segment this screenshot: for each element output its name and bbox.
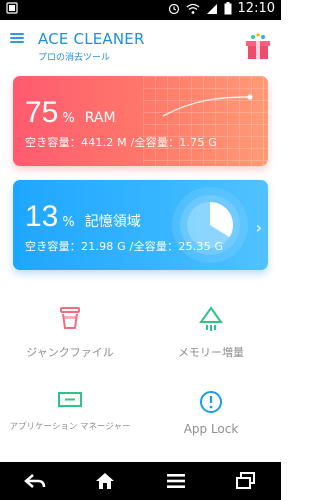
storage-card[interactable]: 13 % 記憶領域 空き容量：21.98 G /全容量：25.35 G › (13, 180, 268, 270)
tool-label: App Lock (183, 422, 239, 436)
status-time: 12:10 (237, 1, 275, 16)
menu-icon (166, 474, 185, 488)
ram-capacity-text: 空き容量：441.2 M /全容量：1.75 G (25, 136, 217, 149)
ram-percent-unit: % (62, 111, 75, 126)
wifi-icon (186, 3, 199, 14)
tool-label: メモリー増量 (178, 346, 244, 359)
tool-label: ジャンクファイル (26, 346, 114, 359)
storage-label: 記憶領域 (84, 214, 141, 230)
navigation-bar (0, 462, 281, 500)
tool-app-manager[interactable]: アプリケーション マネージャー (0, 390, 140, 460)
app-bar: ACE CLEANER プロの消去ツール (0, 20, 281, 70)
tool-label: アプリケーション マネージャー (9, 422, 131, 432)
alarm-icon (168, 3, 179, 14)
gift-box-icon[interactable] (245, 32, 271, 60)
app-subtitle: プロの消去ツール (38, 53, 111, 63)
battery-icon (224, 2, 232, 15)
status-bar: 12:10 (0, 0, 281, 20)
storage-percent-unit: % (62, 215, 75, 230)
ram-percent-row: 75 % RAM (25, 96, 116, 130)
signal-icon (206, 3, 217, 14)
tool-app-lock[interactable]: App Lock (141, 390, 281, 460)
back-icon (24, 474, 46, 488)
ram-percent-value: 75 (25, 96, 59, 129)
recents-button[interactable] (226, 466, 266, 496)
tool-memory-boost[interactable]: メモリー増量 (141, 306, 281, 376)
menu-button[interactable] (156, 466, 196, 496)
ram-card[interactable]: 75 % RAM 空き容量：441.2 M /全容量：1.75 G (13, 76, 268, 166)
trash-icon (60, 307, 80, 329)
home-icon (96, 473, 115, 489)
tool-junk-files[interactable]: ジャンクファイル (0, 306, 140, 376)
app-manager-icon (58, 392, 82, 407)
info-circle-icon (200, 391, 222, 413)
storage-percent-row: 13 % 記憶領域 (25, 200, 141, 234)
storage-percent-value: 13 (25, 200, 59, 233)
status-left (6, 2, 18, 14)
storage-capacity-text: 空き容量：21.98 G /全容量：25.35 G (25, 240, 224, 253)
back-button[interactable] (15, 466, 55, 496)
ram-label: RAM (84, 110, 116, 126)
app-title: ACE CLEANER (38, 30, 145, 48)
hamburger-menu-icon[interactable] (10, 31, 24, 45)
recents-icon (235, 472, 255, 489)
notification-icon (6, 2, 18, 14)
home-button[interactable] (85, 466, 125, 496)
chevron-right-icon[interactable]: › (256, 218, 262, 237)
boost-arrow-icon (199, 306, 223, 331)
status-right: 12:10 (168, 1, 275, 16)
